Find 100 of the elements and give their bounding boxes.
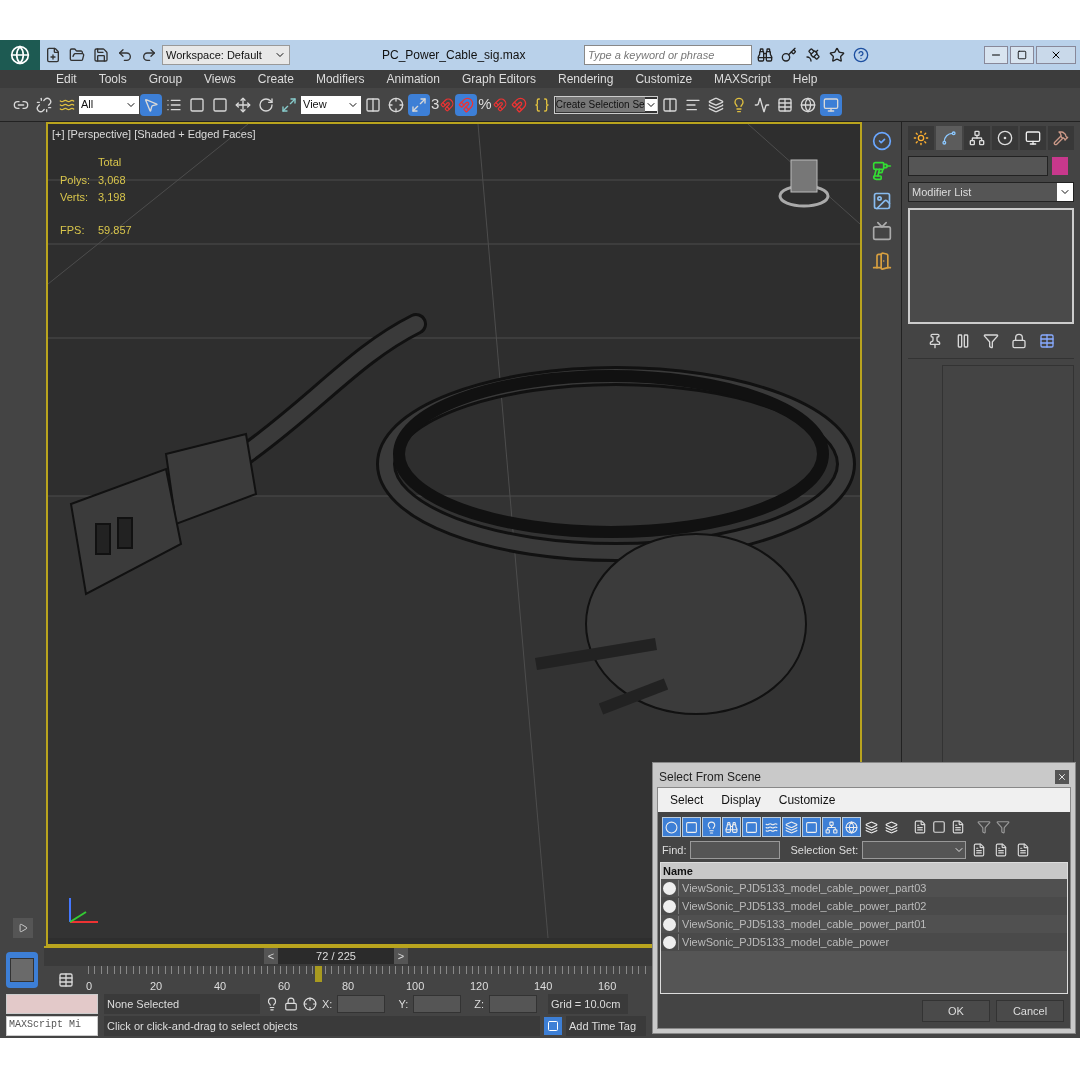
pause-icon[interactable] xyxy=(955,333,971,349)
open-folder-icon[interactable] xyxy=(69,47,85,63)
square-icon[interactable] xyxy=(212,96,228,113)
time-slider-thumb[interactable]: < 72 / 225 > xyxy=(264,948,408,964)
table-icon[interactable] xyxy=(58,972,74,988)
columns-icon[interactable] xyxy=(661,96,678,113)
menu-item[interactable]: Customize xyxy=(635,70,693,88)
viewport-label[interactable]: [+] xyxy=(52,126,65,143)
lock-icon[interactable] xyxy=(1011,333,1027,349)
name-column-header[interactable]: Name xyxy=(661,863,1067,879)
filter-toggle[interactable] xyxy=(722,817,741,837)
star-icon[interactable] xyxy=(829,47,845,63)
key-icon[interactable] xyxy=(781,47,797,63)
document-icon[interactable] xyxy=(913,820,927,834)
filter-toggle[interactable] xyxy=(742,817,761,837)
filter-toggle[interactable] xyxy=(842,817,861,837)
previous-frame-button[interactable]: < xyxy=(264,947,278,965)
new-file-icon[interactable] xyxy=(45,47,61,63)
menu-item[interactable]: Animation xyxy=(386,70,440,88)
command-panel-tab[interactable] xyxy=(1020,126,1046,150)
menu-item[interactable]: Create xyxy=(257,70,294,88)
object-color-swatch[interactable] xyxy=(1052,157,1068,175)
lock-icon[interactable] xyxy=(284,997,298,1011)
menu-item[interactable]: Edit xyxy=(56,70,77,88)
viewport-label[interactable]: [Shaded + Edged Faces] xyxy=(134,126,256,143)
wave-graph-icon[interactable] xyxy=(753,96,770,113)
menu-item[interactable]: Tools xyxy=(98,70,127,88)
document-icon[interactable] xyxy=(994,843,1009,857)
search-field[interactable]: Type a keyword or phrase xyxy=(584,45,752,65)
reference-coordinate-dropdown[interactable]: View xyxy=(301,95,361,114)
dialog-menu-item[interactable]: Customize xyxy=(778,791,836,809)
play-button[interactable] xyxy=(13,918,33,938)
menu-item[interactable]: Graph Editors xyxy=(461,70,536,88)
next-frame-button[interactable]: > xyxy=(394,947,408,965)
named-selection-dropdown[interactable]: Create Selection Se xyxy=(553,95,658,114)
bulb-icon[interactable] xyxy=(265,997,279,1011)
expand-button[interactable] xyxy=(408,93,430,116)
menu-item[interactable]: Modifiers xyxy=(315,70,365,88)
viewport-label[interactable]: [Perspective] xyxy=(67,126,132,143)
checkmark-icon[interactable] xyxy=(871,131,892,151)
drill-icon[interactable] xyxy=(871,161,892,181)
document-icon[interactable] xyxy=(1016,843,1031,857)
menu-item[interactable]: Group xyxy=(148,70,183,88)
workspace-dropdown[interactable]: Workspace: Default xyxy=(162,45,290,65)
script-output-field[interactable] xyxy=(6,994,98,1014)
square-icon[interactable] xyxy=(189,96,205,113)
command-panel-tab[interactable] xyxy=(908,126,934,150)
help-icon[interactable] xyxy=(853,47,869,63)
pin-icon[interactable] xyxy=(927,333,943,349)
filter-toggle[interactable] xyxy=(822,817,841,837)
maximize-button[interactable] xyxy=(1010,46,1034,64)
columns-icon[interactable] xyxy=(365,96,381,113)
page-icon[interactable] xyxy=(932,820,946,834)
object-name-field[interactable] xyxy=(908,156,1048,176)
filter-toggle[interactable] xyxy=(762,817,781,837)
selection-filter-dropdown[interactable]: All xyxy=(79,95,139,114)
command-panel-tab[interactable] xyxy=(964,126,990,150)
isolate-button[interactable] xyxy=(544,1017,562,1035)
filter-toggle[interactable] xyxy=(682,817,701,837)
command-panel-tab[interactable] xyxy=(1048,126,1074,150)
crosshair-icon[interactable] xyxy=(303,997,317,1011)
maxscript-field[interactable]: MAXScript Mi xyxy=(6,1016,98,1036)
y-field[interactable] xyxy=(413,995,462,1013)
app-logo-icon[interactable] xyxy=(0,40,40,70)
dialog-menu-item[interactable]: Select xyxy=(670,791,704,809)
crosshair-icon[interactable] xyxy=(388,96,404,113)
pointer-button[interactable] xyxy=(140,93,162,116)
modifier-list-dropdown[interactable]: Modifier List xyxy=(908,182,1074,202)
unlink-icon[interactable] xyxy=(36,96,52,113)
command-panel-tab[interactable] xyxy=(992,126,1018,150)
dialog-button[interactable]: OK xyxy=(922,1000,990,1022)
menu-item[interactable]: Views xyxy=(204,70,236,88)
funnel-icon[interactable] xyxy=(996,820,1010,834)
rotate-icon[interactable] xyxy=(258,96,274,113)
redo-icon[interactable] xyxy=(141,47,157,63)
move-icon[interactable] xyxy=(235,96,251,113)
menu-item[interactable]: Rendering xyxy=(558,70,614,88)
viewport-layout-button[interactable] xyxy=(6,952,38,988)
find-field[interactable] xyxy=(690,841,781,859)
filter-toggle[interactable] xyxy=(702,817,721,837)
z-field[interactable] xyxy=(489,995,537,1013)
dialog-button[interactable]: Cancel xyxy=(996,1000,1064,1022)
monitor-button[interactable] xyxy=(819,93,842,116)
x-field[interactable] xyxy=(337,995,386,1013)
menu-item[interactable]: MAXScript xyxy=(714,70,771,88)
menu-item[interactable]: Help xyxy=(792,70,818,88)
percent-snap-label[interactable]: % xyxy=(478,93,492,116)
funnel-icon[interactable] xyxy=(977,820,991,834)
dialog-menu-item[interactable]: Display xyxy=(721,791,761,809)
minimize-button[interactable] xyxy=(984,46,1008,64)
close-button[interactable] xyxy=(1055,770,1069,784)
snap-label[interactable]: 3 xyxy=(431,93,440,116)
filter-toggle[interactable] xyxy=(802,817,821,837)
add-time-tag-field[interactable]: Add Time Tag xyxy=(566,1016,646,1036)
globe-icon[interactable] xyxy=(799,96,816,113)
filter-toggle[interactable] xyxy=(782,817,801,837)
undo-icon[interactable] xyxy=(117,47,133,63)
table-icon[interactable] xyxy=(776,96,793,113)
document-icon[interactable] xyxy=(951,820,965,834)
satellite-icon[interactable] xyxy=(805,47,821,63)
